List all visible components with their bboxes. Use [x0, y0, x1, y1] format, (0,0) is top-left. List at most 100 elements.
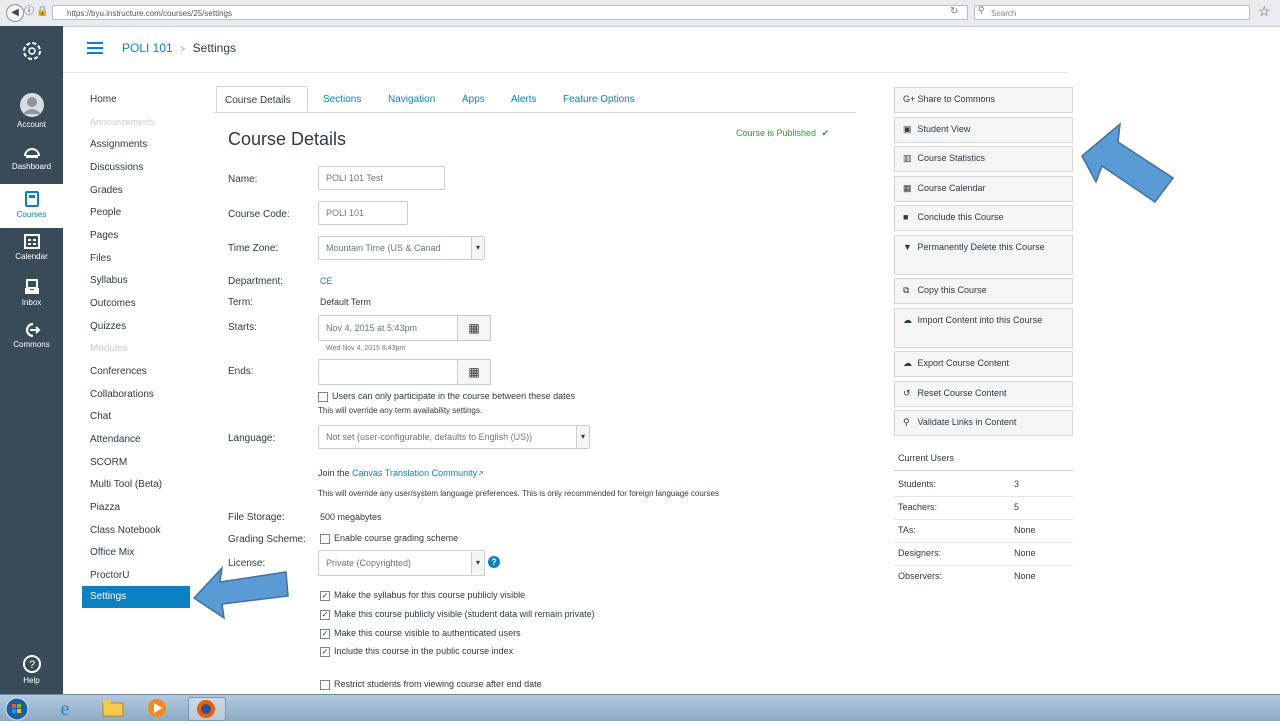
global-nav-dashboard[interactable]: Dashboard: [0, 144, 63, 171]
ends-label: Ends:: [228, 366, 254, 377]
license-select[interactable]: Private (Copyrighted) ▾: [318, 550, 485, 576]
users-role: Teachers:: [898, 502, 938, 512]
global-nav-calendar[interactable]: Calendar: [0, 232, 63, 261]
visibility-option-row[interactable]: ✓ Make this course publicly visible (stud…: [320, 609, 595, 620]
course-calendar-button[interactable]: ▦ Course Calendar: [894, 176, 1073, 202]
course-nav-item[interactable]: Outcomes: [90, 298, 136, 309]
course-nav-item[interactable]: Chat: [90, 411, 111, 422]
canvas-logo[interactable]: [0, 38, 63, 66]
global-nav-label: Inbox: [21, 298, 42, 307]
share-to-commons-button[interactable]: G+ Share to Commons: [894, 87, 1073, 113]
translation-community-link[interactable]: Canvas Translation Community: [352, 468, 477, 478]
grading-scheme-checkbox[interactable]: [320, 533, 330, 544]
tab-navigation[interactable]: Navigation: [388, 86, 435, 112]
course-nav-item[interactable]: Multi Tool (Beta): [90, 479, 162, 490]
validate-links-button[interactable]: ⚲ Validate Links in Content: [894, 410, 1073, 436]
dashboard-icon: [23, 148, 40, 158]
language-select[interactable]: Not set (user-configurable, defaults to …: [318, 425, 590, 449]
license-help-icon[interactable]: ?: [488, 556, 500, 568]
course-statistics-button[interactable]: ▥ Course Statistics: [894, 146, 1073, 172]
course-nav-item[interactable]: Attendance: [90, 434, 141, 445]
restrict-students-checkbox[interactable]: [320, 679, 330, 690]
course-name-input[interactable]: POLI 101 Test: [318, 166, 445, 190]
course-public-checkbox[interactable]: ✓: [320, 609, 330, 620]
grading-scheme-text: Enable course grading scheme: [334, 533, 459, 543]
participate-checkbox-row[interactable]: Users can only participate in the course…: [318, 391, 575, 402]
external-link-icon: ↗: [477, 469, 484, 478]
conclude-course-button[interactable]: ■ Conclude this Course: [894, 205, 1073, 231]
department-link[interactable]: CE: [320, 276, 333, 286]
breadcrumb-course-link[interactable]: POLI 101: [122, 41, 173, 55]
visibility-option-row[interactable]: ✓ Make the syllabus for this course publi…: [320, 590, 525, 601]
internet-explorer-taskbar-icon[interactable]: e: [52, 697, 88, 720]
global-nav-label: Calendar: [15, 252, 48, 261]
grading-scheme-row[interactable]: Enable course grading scheme: [320, 533, 458, 544]
course-nav-item[interactable]: Discussions: [90, 162, 143, 173]
file-explorer-taskbar-icon[interactable]: [100, 697, 136, 719]
end-date-input[interactable]: [318, 359, 458, 385]
course-nav-item[interactable]: Class Notebook: [90, 525, 161, 536]
course-nav-item[interactable]: Syllabus: [90, 275, 128, 286]
student-view-button[interactable]: ▣ Student View: [894, 117, 1073, 143]
reset-content-button[interactable]: ↺ Reset Course Content: [894, 381, 1073, 407]
participate-checkbox[interactable]: [318, 391, 328, 402]
course-nav-item[interactable]: Office Mix: [90, 547, 134, 558]
course-nav-item[interactable]: SCORM: [90, 457, 127, 468]
hamburger-menu-icon[interactable]: [87, 42, 103, 54]
tab-feature-options[interactable]: Feature Options: [563, 86, 635, 112]
restrict-students-row[interactable]: Restrict students from viewing course af…: [320, 679, 542, 690]
course-nav-item[interactable]: Piazza: [90, 502, 120, 513]
start-date-input[interactable]: Nov 4, 2015 at 5:43pm: [318, 315, 458, 341]
course-nav-item[interactable]: Assignments: [90, 139, 147, 150]
course-nav-item[interactable]: Home: [90, 94, 117, 105]
time-zone-value: Mountain Time (US & Canad: [326, 243, 441, 253]
tab-course-details[interactable]: Course Details: [216, 86, 308, 112]
start-date-calendar-icon[interactable]: ▦: [457, 315, 491, 341]
media-player-taskbar-icon[interactable]: [144, 697, 180, 719]
course-nav-item[interactable]: Conferences: [90, 366, 147, 377]
course-nav-item[interactable]: Collaborations: [90, 389, 154, 400]
syllabus-public-checkbox[interactable]: ✓: [320, 590, 330, 601]
global-nav-courses[interactable]: Courses: [0, 184, 63, 228]
back-icon[interactable]: ◀: [6, 4, 24, 22]
reload-icon[interactable]: ↻: [950, 6, 958, 17]
page-title: Course Details: [228, 129, 347, 149]
visibility-option-row[interactable]: ✓ Include this course in the public cours…: [320, 646, 513, 657]
global-nav-help[interactable]: ? Help: [0, 654, 63, 685]
url-bar[interactable]: https://byu.instructure.com/courses/25/s…: [52, 5, 968, 20]
course-nav-item[interactable]: Pages: [90, 230, 118, 241]
calendar-icon: ▦: [903, 183, 912, 193]
public-index-checkbox[interactable]: ✓: [320, 646, 330, 657]
course-code-input[interactable]: POLI 101: [318, 201, 408, 225]
tab-apps[interactable]: Apps: [462, 86, 485, 112]
tab-alerts[interactable]: Alerts: [511, 86, 537, 112]
end-date-calendar-icon[interactable]: ▦: [457, 359, 491, 385]
time-zone-select[interactable]: Mountain Time (US & Canad ▾: [318, 236, 485, 260]
start-button[interactable]: [4, 697, 34, 721]
copy-course-button[interactable]: ⧉ Copy this Course: [894, 278, 1073, 304]
firefox-taskbar-icon[interactable]: [188, 697, 226, 721]
users-row: Observers: None: [894, 565, 1073, 588]
export-content-button[interactable]: ☁ Export Course Content: [894, 351, 1073, 377]
visibility-option-row[interactable]: ✓ Make this course visible to authenticat…: [320, 628, 521, 639]
authenticated-visible-checkbox[interactable]: ✓: [320, 628, 330, 639]
course-nav-item[interactable]: Announcements: [90, 117, 155, 127]
global-nav-inbox[interactable]: Inbox: [0, 278, 63, 307]
browser-search-input[interactable]: Search: [974, 5, 1250, 20]
courses-book-icon: [24, 191, 39, 207]
course-nav-item[interactable]: Modules: [90, 343, 128, 354]
course-nav-item[interactable]: Quizzes: [90, 321, 126, 332]
delete-course-button[interactable]: ▼ Permanently Delete this Course: [894, 235, 1073, 275]
global-nav-account[interactable]: Account: [0, 92, 63, 129]
global-nav-commons[interactable]: Commons: [0, 322, 63, 349]
course-nav-item[interactable]: Files: [90, 253, 111, 264]
bookmark-star-icon[interactable]: ☆: [1258, 3, 1271, 20]
course-nav-item[interactable]: Grades: [90, 185, 123, 196]
course-nav-item[interactable]: ProctorU: [90, 570, 129, 581]
visibility-option-label: Make this course visible to authenticate…: [334, 628, 521, 638]
course-nav-settings-active[interactable]: Settings: [82, 586, 190, 608]
course-nav-item[interactable]: People: [90, 207, 121, 218]
import-content-button[interactable]: ☁ Import Content into this Course: [894, 308, 1073, 348]
name-label: Name:: [228, 174, 258, 185]
tab-sections[interactable]: Sections: [323, 86, 361, 112]
